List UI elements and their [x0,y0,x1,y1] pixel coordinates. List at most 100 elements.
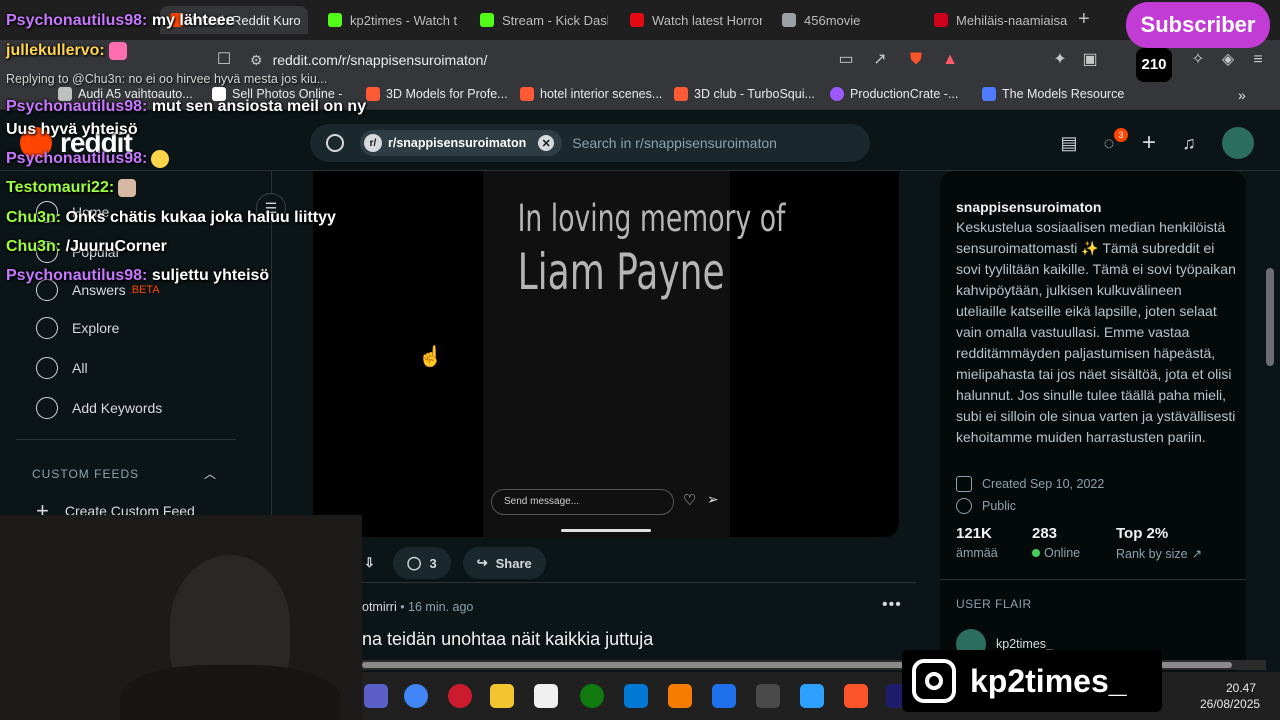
post-meta: otmirri • 16 min. ago [362,600,474,614]
created-label: Created Sep 10, 2022 [982,477,1105,491]
more-options-icon[interactable]: ••• [882,596,902,614]
more-bookmarks-icon[interactable]: » [1238,87,1246,103]
sidebar-item-all[interactable]: All [36,357,88,379]
turbosquid-icon [366,87,380,101]
community-name: snappisensuroimaton [956,199,1102,215]
avatar[interactable] [1222,127,1254,159]
all-icon [36,357,58,379]
tab-mehilais[interactable]: Mehiläis-naamiaisa [924,6,1072,34]
comments-button[interactable]: ◯ 3 [392,547,451,579]
store-icon[interactable] [534,684,558,708]
chat-message: Uus hyvä yhteisö [6,121,138,139]
sidebar-item-add-keywords[interactable]: Add Keywords [36,397,162,419]
post-media[interactable]: In loving memory of Liam Payne Send mess… [313,171,899,537]
custom-feeds-heading: CUSTOM FEEDS [32,467,140,481]
video-frame: In loving memory of Liam Payne Send mess… [483,171,785,537]
unity-icon[interactable] [756,684,780,708]
extensions-icon[interactable]: ✦ [1050,50,1070,70]
clock-date: 26/08/2025 [1200,697,1261,711]
chat-user: Psychonautilus98: [6,150,148,168]
tab-label: Stream - Kick Dash [502,12,608,28]
comment-icon: ◯ [406,555,422,570]
bookmark-3d-models[interactable]: 3D Models for Profe... [366,87,508,101]
bookmark-label: The Models Resource [1002,87,1125,101]
emote-icon [118,179,137,197]
tab-kick-dashboard[interactable]: Stream - Kick Dash [470,6,608,34]
send-icon: ➢ [707,491,719,507]
online-dot [1032,549,1040,557]
tab-label: kp2times - Watch t [350,12,458,28]
m365-icon[interactable] [800,684,824,708]
share-icon[interactable]: ↗ [870,50,890,70]
online-stat: 283 Online [1032,525,1080,560]
notifications-icon[interactable]: ♫ [1178,132,1200,154]
site-settings-icon[interactable]: ⚙ [250,52,263,69]
create-post-icon[interactable]: + [1138,131,1160,155]
chat-user: Chu3n: [6,209,62,226]
vpn-icon[interactable]: ◈ [1218,50,1238,70]
chat-message: Psychonautilus98: [6,150,170,168]
tab-456movie[interactable]: 456movie [772,6,912,34]
system-clock[interactable]: 20.47 26/08/2025 [1200,680,1261,712]
tab-label: Mehiläis-naamiaisa [956,12,1068,28]
bookmark-icon[interactable]: ☐ [214,50,234,70]
app-icon[interactable] [712,684,736,708]
share-button[interactable]: ↪ Share [462,547,546,579]
horror-favicon-icon [630,13,644,27]
chip-label: r/snappisensuroimaton [388,136,527,150]
bookmark-3d-club[interactable]: 3D club - TurboSqui... [674,87,815,101]
xbox-icon[interactable] [580,684,604,708]
chat-message: Chu3n: /JuuruCorner [6,238,167,256]
clear-chip-icon[interactable]: ✕ [538,135,555,151]
divider [940,579,1246,580]
url-field[interactable]: ⚙ reddit.com/r/snappisensuroimaton/ [250,48,487,72]
tab-kp2times[interactable]: kp2times - Watch t [318,6,458,34]
chat-text: /JuuruCorner [65,238,167,255]
bookmark-label: ProductionCrate -... [850,87,959,101]
rank-stat[interactable]: Top 2% Rank by size ↗ [1116,525,1202,561]
chrome-icon[interactable] [404,684,428,708]
instagram-handle: kp2times_ [970,662,1127,699]
bookmark-label: hotel interior scenes... [540,87,663,101]
fl-studio-icon[interactable] [668,684,692,708]
search-input[interactable]: r/ r/snappisensuroimaton ✕ Search in r/s… [310,124,870,162]
emote-icon [151,150,170,168]
bookmark-productioncrate[interactable]: ProductionCrate -... [830,87,958,101]
brave-rewards-icon[interactable]: ▲ [940,50,960,70]
subreddit-search-chip[interactable]: r/ r/snappisensuroimaton ✕ [360,130,563,156]
post-title[interactable]: na teidän unohtaa näit kaikkia juttuja [362,629,653,650]
new-tab-icon[interactable]: + [1078,8,1090,31]
teams-icon[interactable] [364,684,388,708]
outlook-icon[interactable] [624,684,648,708]
chat-text: my lähteee [151,12,235,29]
opera-icon[interactable] [448,684,472,708]
leo-icon[interactable]: ✧ [1188,50,1208,70]
advertise-icon[interactable]: ▤ [1058,132,1080,154]
sidebar-item-explore[interactable]: Explore [36,317,119,339]
streamer-body [120,665,340,720]
media-icon[interactable]: ▣ [1080,50,1100,70]
bookmark-label: 3D club - TurboSqui... [694,87,815,101]
vertical-scrollbar[interactable] [1266,268,1274,366]
chat-message: Psychonautilus98: my lähteee [6,12,235,30]
chat-user: Psychonautilus98: [6,98,148,115]
chevron-up-icon[interactable]: ︿ [204,465,216,482]
shop-favicon-icon [934,13,948,27]
chat-message: jullekullervo: [6,42,127,60]
chat-text: Uus hyvä yhteisö [6,121,138,138]
post-author[interactable]: otmirri [362,600,397,614]
brave-shield-icon[interactable]: ⛊ [906,50,926,70]
cast-icon[interactable]: ▭ [836,50,856,70]
menu-icon[interactable]: ≡ [1248,50,1268,70]
chat-user: Psychonautilus98: [6,12,148,29]
visibility: Public [956,498,1016,514]
tab-horror[interactable]: Watch latest Horror [620,6,762,34]
sidebar-item-label: Add Keywords [72,400,163,416]
chat-message: Chu3n: Onks chätis kukaa joka haluu liit… [6,209,336,227]
brave-icon[interactable] [844,684,868,708]
file-explorer-icon[interactable] [490,684,514,708]
external-link-icon: ↗ [1191,547,1203,561]
chat-message: Testomauri22: [6,179,137,197]
bookmark-hotel[interactable]: hotel interior scenes... [520,87,662,101]
bookmark-models-resource[interactable]: The Models Resource [982,87,1124,101]
